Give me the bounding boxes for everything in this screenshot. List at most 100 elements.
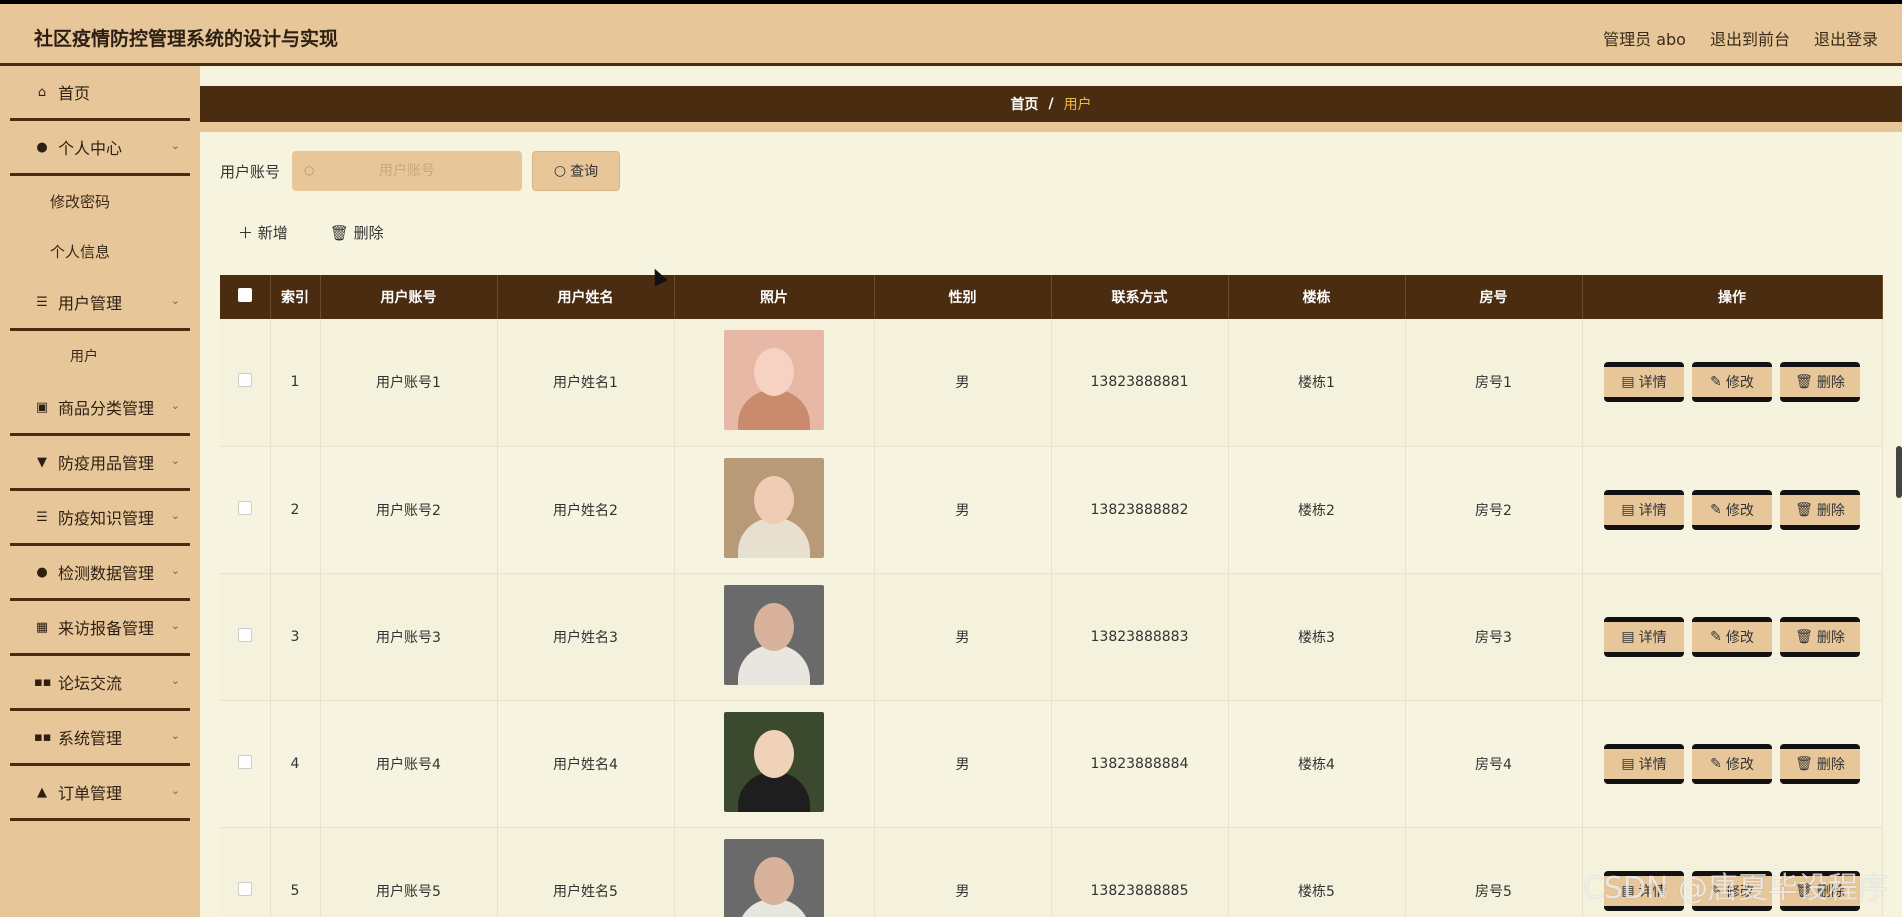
row-checkbox[interactable] xyxy=(237,500,252,515)
cell-name: 用户姓名3 xyxy=(497,573,675,701)
user-photo xyxy=(724,584,824,685)
search-input[interactable] xyxy=(292,151,523,191)
breadcrumb-home[interactable]: 首页 xyxy=(1010,94,1038,114)
sidebar-item-label: 防疫知识管理 xyxy=(58,509,155,528)
cell-phone: 13823888883 xyxy=(1051,573,1229,701)
column-header: 用户账号 xyxy=(320,275,498,319)
sidebar-item-home[interactable]: ⌂ 首页 xyxy=(10,66,190,121)
row-checkbox[interactable] xyxy=(237,627,252,642)
cell-account: 用户账号3 xyxy=(320,573,498,701)
batch-delete-button[interactable]: 🗑 删除 xyxy=(330,222,384,243)
column-header: 照片 xyxy=(674,275,875,319)
add-button[interactable]: ＋ 新增 xyxy=(238,222,288,243)
table-row: 2 用户账号2 用户姓名2 男 13823888882 楼栋2 房号2 ▤ 详情 … xyxy=(220,446,1883,574)
delete-button[interactable]: 🗑 删除 xyxy=(1780,616,1860,657)
sidebar-item-personal-center[interactable]: ● 个人中心 ⌄ xyxy=(10,121,190,176)
photo-face xyxy=(754,602,794,651)
sidebar-item-test-data-management[interactable]: ● 检测数据管理 ⌄ xyxy=(10,546,190,601)
user-photo xyxy=(724,330,824,431)
cell-account: 用户账号2 xyxy=(320,446,498,574)
chevron-down-icon: ⌄ xyxy=(170,294,180,307)
cell-phone: 13823888882 xyxy=(1051,446,1229,574)
sidebar-item-visit-report-management[interactable]: ▦ 来访报备管理 ⌄ xyxy=(10,601,190,656)
sidebar-item-label: 论坛交流 xyxy=(58,674,123,693)
edit-button[interactable]: ✎ 修改 xyxy=(1692,362,1772,403)
list-icon: ☰ xyxy=(36,509,48,525)
sidebar-item-order-management[interactable]: ▲ 订单管理 ⌄ xyxy=(10,766,190,821)
cell-index: 4 xyxy=(270,700,321,828)
delete-label: 删除 xyxy=(1816,502,1845,519)
detail-button[interactable]: ▤ 详情 xyxy=(1604,616,1684,657)
sidebar-subitem-user[interactable]: 用户 xyxy=(10,331,190,381)
sidebar-item-system-management[interactable]: ▪▪ 系统管理 ⌄ xyxy=(10,711,190,766)
thumb-icon: ▲ xyxy=(37,784,47,800)
cell-photo xyxy=(674,319,875,447)
chevron-down-icon: ⌄ xyxy=(170,564,180,577)
document-icon: ▤ xyxy=(1621,755,1635,772)
user-photo xyxy=(724,711,824,812)
table-row: 1 用户账号1 用户姓名1 男 13823888881 楼栋1 房号1 ▤ 详情 … xyxy=(220,319,1883,447)
sidebar-item-supplies-management[interactable]: ▼ 防疫用品管理 ⌄ xyxy=(10,436,190,491)
photo-face xyxy=(754,348,794,397)
edit-label: 修改 xyxy=(1725,502,1754,519)
trash-icon: 🗑 xyxy=(1795,374,1813,391)
scrollbar-thumb[interactable] xyxy=(1896,446,1902,498)
row-checkbox[interactable] xyxy=(237,373,252,388)
sidebar-item-user-management[interactable]: ☰ 用户管理 ⌄ xyxy=(10,276,190,331)
sidebar-item-category-management[interactable]: ▣ 商品分类管理 ⌄ xyxy=(10,381,190,436)
breadcrumb-separator: / xyxy=(1048,96,1054,112)
cell-building: 楼栋3 xyxy=(1228,573,1406,701)
detail-button[interactable]: ▤ 详情 xyxy=(1604,743,1684,784)
cell-photo xyxy=(674,827,875,917)
top-header: 社区疫情防控管理系统的设计与实现 管理员 abo 退出到前台 退出登录 xyxy=(0,4,1902,66)
detail-button[interactable]: ▤ 详情 xyxy=(1604,362,1684,403)
table-row: 4 用户账号4 用户姓名4 男 13823888884 楼栋4 房号4 ▤ 详情 … xyxy=(220,700,1883,828)
delete-button[interactable]: 🗑 删除 xyxy=(1780,362,1860,403)
select-all-checkbox[interactable] xyxy=(237,288,252,302)
cell-name: 用户姓名4 xyxy=(497,700,675,828)
delete-button[interactable]: 🗑 删除 xyxy=(1780,489,1860,530)
sidebar-item-label: 首页 xyxy=(58,84,91,103)
sidebar-item-label: 来访报备管理 xyxy=(58,619,155,638)
chevron-down-icon: ⌄ xyxy=(170,454,180,467)
admin-user-link[interactable]: 管理员 abo xyxy=(1603,26,1686,50)
edit-button[interactable]: ✎ 修改 xyxy=(1692,616,1772,657)
chevron-down-icon: ⌄ xyxy=(170,139,180,152)
sidebar-item-forum[interactable]: ▪▪ 论坛交流 ⌄ xyxy=(10,656,190,711)
detail-button[interactable]: ▤ 详情 xyxy=(1604,489,1684,530)
logout-link[interactable]: 退出登录 xyxy=(1814,26,1878,50)
trash-icon: 🗑 xyxy=(1795,501,1813,518)
row-checkbox[interactable] xyxy=(237,754,252,769)
column-header: 操作 xyxy=(1582,275,1883,319)
trash-icon: 🗑 xyxy=(329,224,349,242)
row-actions: ▤ 详情 ✎ 修改 🗑 删除 xyxy=(1583,362,1882,403)
cell-index: 3 xyxy=(270,573,321,701)
delete-button-label: 删除 xyxy=(353,224,384,242)
sidebar-item-knowledge-management[interactable]: ☰ 防疫知识管理 ⌄ xyxy=(10,491,190,546)
delete-button[interactable]: 🗑 删除 xyxy=(1780,743,1860,784)
sidebar-subitem-change-password[interactable]: 修改密码 xyxy=(10,176,190,226)
cell-index: 1 xyxy=(270,319,321,447)
row-checkbox[interactable] xyxy=(237,881,252,896)
cell-index: 5 xyxy=(270,827,321,917)
edit-button[interactable]: ✎ 修改 xyxy=(1692,489,1772,530)
pencil-icon: ✎ xyxy=(1710,628,1722,645)
exit-to-front-link[interactable]: 退出到前台 xyxy=(1710,26,1790,50)
search-icon: ○ xyxy=(304,163,315,177)
pencil-icon: ✎ xyxy=(1710,374,1722,391)
cell-account: 用户账号4 xyxy=(320,700,498,828)
detail-label: 详情 xyxy=(1638,629,1667,646)
sidebar-subitem-personal-info[interactable]: 个人信息 xyxy=(10,226,190,276)
edit-label: 修改 xyxy=(1725,375,1754,392)
photo-body xyxy=(738,771,810,812)
user-icon: ● xyxy=(36,139,48,155)
query-button[interactable]: ○ 查询 xyxy=(532,151,621,191)
apps-icon: ▪▪ xyxy=(34,729,52,745)
plus-icon: ＋ xyxy=(238,224,254,242)
row-actions: ▤ 详情 ✎ 修改 🗑 删除 xyxy=(1583,743,1882,784)
edit-label: 修改 xyxy=(1725,629,1754,646)
stamp-icon: ▼ xyxy=(37,454,47,470)
cell-gender: 男 xyxy=(874,827,1052,917)
edit-button[interactable]: ✎ 修改 xyxy=(1692,743,1772,784)
sidebar-item-label: 防疫用品管理 xyxy=(58,454,155,473)
